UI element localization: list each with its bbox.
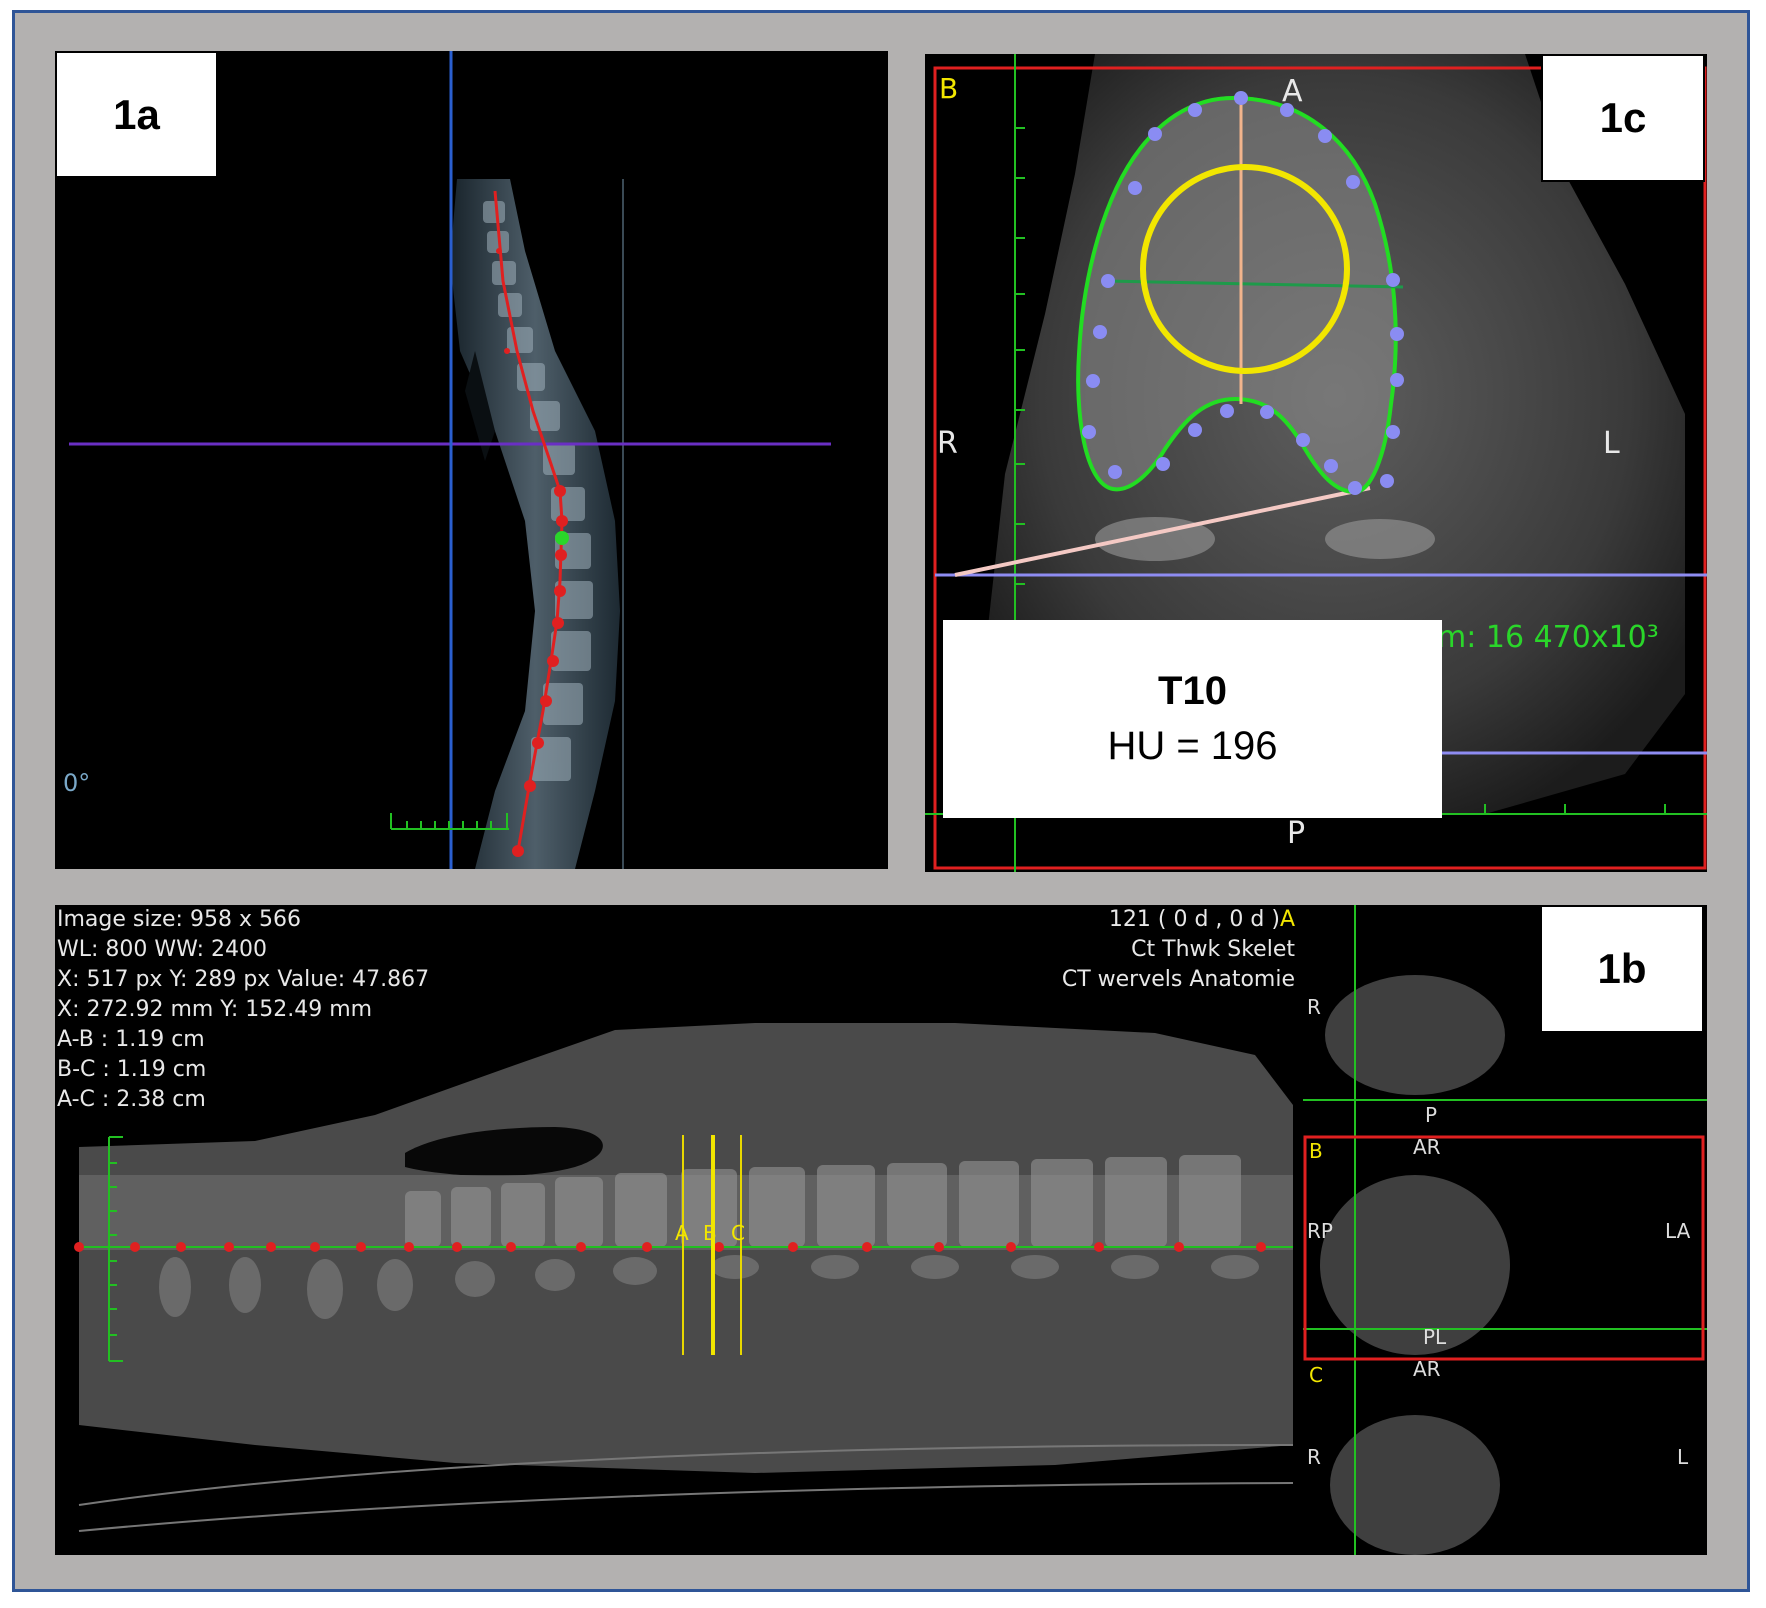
info-line: Ct Thwk Skelet	[1131, 937, 1295, 962]
info-marker: A	[1279, 907, 1295, 932]
slice-marker-a: A	[675, 1221, 689, 1245]
hu-value: HU = 196	[1107, 724, 1278, 768]
info-line: 121 ( 0 d , 0 d )	[1108, 907, 1280, 932]
thumb3-corner-label: C	[1309, 1363, 1323, 1387]
panel-1a-sagittal: 0° 1a	[55, 51, 888, 869]
hu-result-box: T10 HU = 196	[943, 620, 1442, 818]
rotation-angle-label: 0°	[63, 769, 91, 797]
panel-label-1c: 1c	[1541, 54, 1705, 182]
thumb2-right-label: LA	[1665, 1219, 1691, 1243]
info-line: X: 517 px Y: 289 px Value: 47.867	[57, 967, 430, 992]
thumb1-left-label: R	[1307, 995, 1321, 1019]
vertebra-level: T10	[1158, 669, 1227, 713]
thumb2-corner-label: B	[1309, 1139, 1323, 1163]
bone-fragment	[1325, 519, 1435, 559]
view-corner-label: B	[939, 72, 959, 105]
info-line: B-C : 1.19 cm	[57, 1057, 207, 1082]
info-line: WL: 800 WW: 2400	[57, 937, 268, 962]
orientation-right: R	[937, 426, 958, 461]
thumb2-bottom-label: PL	[1423, 1325, 1447, 1349]
image-info-left: Image size: 958 x 566 WL: 800 WW: 2400 X: …	[57, 905, 429, 1115]
image-info-right: 121 ( 0 d , 0 d )A Ct Thwk Skelet CT werve…	[1062, 905, 1295, 995]
info-line: X: 272.92 mm Y: 152.49 mm	[57, 997, 373, 1022]
figure-frame: 0° 1a B A R L P m: 16 470x10³ T10 HU = 1…	[12, 10, 1750, 1592]
orientation-left: L	[1603, 426, 1620, 461]
thumb2-top-label: AR	[1413, 1135, 1441, 1159]
slice-marker-c: C	[731, 1221, 745, 1245]
thumb2-left-label: RP	[1307, 1219, 1333, 1243]
slice-marker-b: B	[703, 1221, 717, 1245]
thumb1-bottom-label: P	[1425, 1103, 1438, 1127]
thumb3-top-label: AR	[1413, 1357, 1441, 1381]
info-line: A-B : 1.19 cm	[57, 1027, 205, 1052]
current-slice-point[interactable]	[555, 531, 569, 545]
thumb3-left-label: R	[1307, 1445, 1321, 1469]
axial-thumbnail-1-anatomy	[1325, 975, 1505, 1095]
table-edge-line	[78, 1482, 1294, 1532]
info-line: Image size: 958 x 566	[57, 907, 301, 932]
orientation-posterior: P	[1287, 816, 1306, 851]
measurement-overlay-text: m: 16 470x10³	[1437, 620, 1659, 655]
panel-1c-axial: B A R L P m: 16 470x10³ T10 HU = 196 1c	[925, 54, 1707, 872]
orientation-anterior: A	[1282, 74, 1303, 109]
panel-label-1a: 1a	[55, 51, 218, 178]
info-line: A-C : 2.38 cm	[57, 1087, 206, 1112]
thumb3-right-label: L	[1677, 1445, 1689, 1469]
info-line: CT wervels Anatomie	[1061, 967, 1295, 992]
panel-label-1b: 1b	[1540, 905, 1704, 1033]
panel-1b-curved-reformat: Image size: 958 x 566 WL: 800 WW: 2400 X: …	[55, 905, 1707, 1555]
